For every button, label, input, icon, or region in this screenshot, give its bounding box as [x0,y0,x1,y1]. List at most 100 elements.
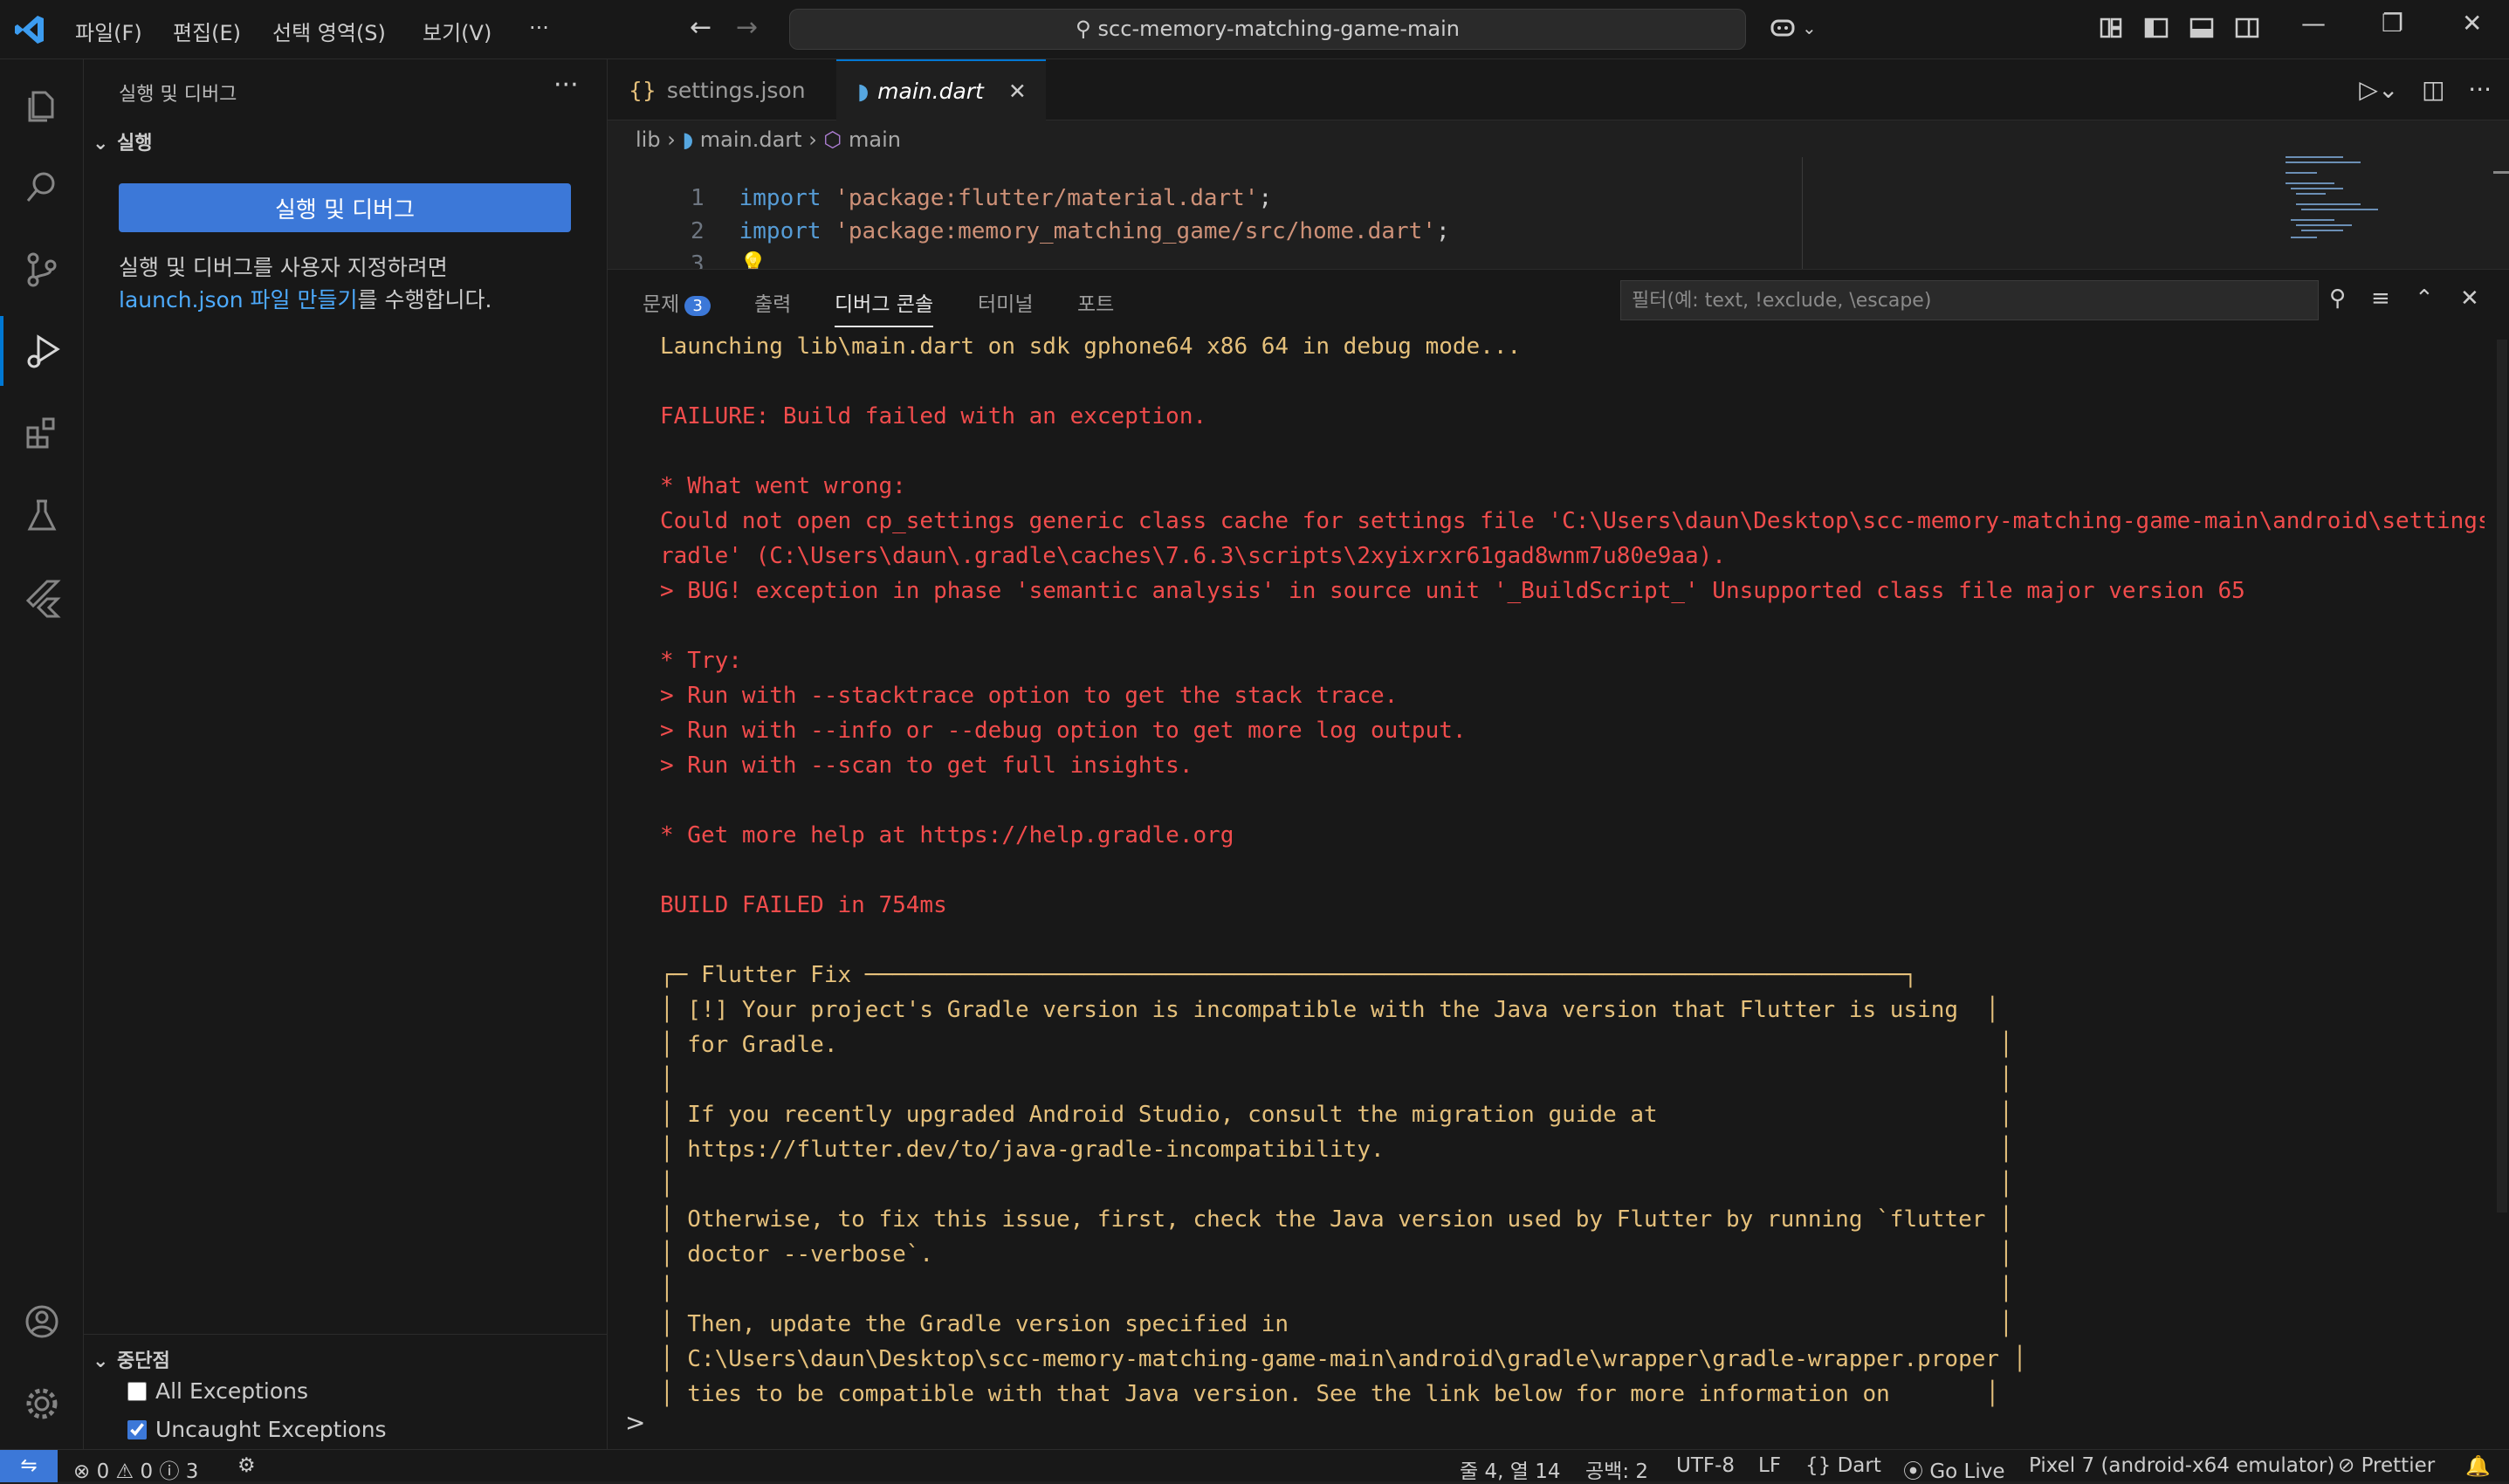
debug-console-output[interactable]: Launching lib\main.dart on sdk gphone64 … [660,329,2485,1408]
search-icon: ⚲ [1075,17,1091,41]
prettier-label: Prettier [2361,1454,2436,1477]
restore-icon[interactable]: ❐ [2382,9,2403,38]
tab-terminal[interactable]: 터미널 [978,287,1033,317]
tab-debug-console[interactable]: 디버그 콘솔 [835,287,934,327]
minimize-icon[interactable]: — [2301,9,2326,38]
code-line[interactable]: 3 💡 [608,225,767,278]
indentation[interactable]: 공백: 2 [1585,1454,1648,1484]
explorer-icon[interactable] [0,70,84,140]
extensions-icon[interactable] [0,398,84,468]
maximize-panel-icon[interactable]: ⌃ [2415,285,2434,312]
close-tab-icon[interactable]: ✕ [1008,79,1027,104]
breadcrumb-symbol[interactable]: main [849,127,901,152]
go-live[interactable]: ⦿ Go Live [1903,1454,2004,1484]
device-selector[interactable]: Pixel 7 (android-x64 emulator) [2029,1454,2334,1477]
tab-ports[interactable]: 포트 [1077,287,1114,317]
toggle-primary-sidebar-icon[interactable] [2141,12,2172,44]
activity-bar [0,59,84,1449]
breakpoints-header[interactable]: ⌄ 중단점 [93,1345,170,1373]
remote-icon[interactable]: ⇋ [0,1450,58,1482]
code-line[interactable]: 2 import 'package:memory_matching_game/sr… [608,192,1450,244]
breakpoint-uncaught-exceptions[interactable]: Uncaught Exceptions [127,1417,387,1442]
create-launch-json-link[interactable]: launch.json 파일 만들기 [119,287,358,313]
back-arrow-icon[interactable]: ← [690,12,711,43]
tab-main-dart[interactable]: ◗ main.dart ✕ [836,59,1046,120]
string-literal: 'package:memory_matching_game/src/home.d… [835,218,1436,244]
chevron-right-icon: › [808,127,824,152]
console-filter-input[interactable] [1620,280,2319,320]
tab-problems[interactable]: 문제 3 [643,287,711,317]
uncaught-exceptions-checkbox[interactable] [127,1419,147,1439]
all-exceptions-checkbox[interactable] [127,1381,147,1401]
close-window-icon[interactable]: ✕ [2462,9,2482,38]
flutter-icon[interactable] [0,562,84,632]
title-bar: 파일(F) 편집(E) 선택 영역(S) 보기(V) ··· ← → ⚲ scc-… [0,0,2509,59]
console-prompt-icon[interactable]: > [625,1408,645,1437]
accounts-icon[interactable] [0,1287,84,1357]
run-debug-icon[interactable] [0,316,84,386]
run-desc-line: 실행 및 디버그를 사용자 지정하려면 [119,255,448,280]
language-mode[interactable]: {} Dart [1805,1454,1881,1477]
breakpoint-label: All Exceptions [155,1378,308,1404]
dart-file-icon: ◗ [857,78,870,104]
info-count: 3 [185,1460,199,1483]
command-center-search[interactable]: ⚲ scc-memory-matching-game-main [789,9,1746,50]
search-view-icon[interactable] [0,152,84,222]
editor-more-icon[interactable]: ··· [2468,75,2492,104]
forward-arrow-icon[interactable]: → [736,12,758,43]
split-editor-icon[interactable]: ◫ [2422,75,2444,104]
console-line: │ https://flutter.dev/to/java-gradle-inc… [660,1137,2013,1163]
vscode-logo-icon[interactable] [12,12,47,47]
console-line: radle' (C:\Users\daun\.gradle\caches\7.6… [660,543,1726,569]
console-line: * Try: [660,648,742,674]
code-line[interactable]: 1 import 'package:flutter/material.dart'; [608,159,1272,211]
testing-flask-icon[interactable] [0,480,84,550]
menu-file[interactable]: 파일(F) [75,16,142,46]
cursor-position[interactable]: 줄 4, 열 14 [1460,1454,1560,1484]
breadcrumb-folder[interactable]: lib [636,127,661,152]
run-section-header[interactable]: ⌄ 실행 [93,127,152,155]
more-actions-icon[interactable]: ··· [553,70,579,100]
problems-status[interactable]: ⊗ 0 ⚠ 0 ⓘ 3 [73,1454,198,1484]
settings-gear-icon[interactable] [0,1369,84,1439]
copilot-dropdown-icon[interactable]: ⌄ [1802,17,1817,38]
close-panel-icon[interactable]: ✕ [2460,285,2479,312]
scrollbar-indicator[interactable] [2493,171,2509,174]
prettier[interactable]: ⊘ Prettier [2338,1454,2435,1477]
source-control-icon[interactable] [0,234,84,304]
console-scrollbar[interactable] [2497,340,2507,1213]
menu-selection[interactable]: 선택 영역(S) [272,16,386,46]
dart-file-icon: ◗ [682,127,700,152]
console-line: > Run with --scan to get full insights. [660,752,1193,779]
toggle-panel-icon[interactable] [2186,12,2217,44]
console-line: │ Otherwise, to fix this issue, first, c… [660,1206,2013,1233]
tab-settings-json[interactable]: {} settings.json [608,59,835,120]
customize-layout-icon[interactable] [2095,12,2127,44]
menu-more[interactable]: ··· [529,16,549,40]
chevron-right-icon: › [667,127,683,152]
toggle-secondary-sidebar-icon[interactable] [2231,12,2263,44]
breadcrumb-file[interactable]: main.dart [700,127,802,152]
end-of-line[interactable]: LF [1758,1454,1781,1477]
search-icon[interactable]: ⚲ [2329,285,2346,312]
run-debug-dropdown-icon[interactable]: ▷⌄ [2359,75,2398,104]
menu-edit[interactable]: 편집(E) [173,16,241,46]
tab-output[interactable]: 출력 [754,287,791,317]
error-count: 0 [96,1460,110,1483]
console-line: │ C:\Users\daun\Desktop\scc-memory-match… [660,1346,2027,1372]
encoding[interactable]: UTF-8 [1676,1454,1735,1477]
copilot-icon[interactable] [1767,12,1798,44]
breakpoint-all-exceptions[interactable]: All Exceptions [127,1378,308,1404]
menu-view[interactable]: 보기(V) [423,16,491,46]
clear-console-icon[interactable]: ≡ [2371,285,2390,312]
run-and-debug-button[interactable]: 실행 및 디버그 [119,183,571,232]
minimap[interactable] [2282,154,2439,267]
run-desc-tail: 를 수행합니다. [357,287,492,313]
debug-status-icon[interactable]: ⚙ [237,1454,256,1477]
notifications-bell-icon[interactable]: 🔔 [2465,1454,2491,1478]
breakpoints-section: ⌄ 중단점 All Exceptions Uncaught Exceptions [84,1334,608,1449]
